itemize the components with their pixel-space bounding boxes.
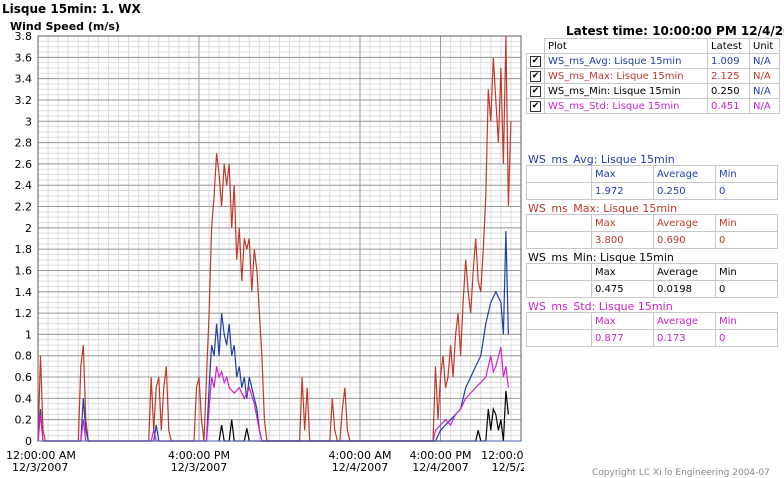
legend-checkbox-cell: ✔ [526,53,545,69]
legend-series-unit: N/A [749,68,780,84]
checkbox-max[interactable]: ✔ [530,71,541,82]
checkbox-std[interactable]: ✔ [530,101,541,112]
y-tick-label: 0.4 [15,392,33,405]
legend-header-plot: Plot [544,38,708,54]
legend-series-latest: 0.451 [707,98,750,114]
legend-series-name: WS_ms_Min: Lisque 15min [544,83,708,99]
latest-time: Latest time: 10:00:00 PM 12/4/2007 [566,24,784,38]
wind-speed-chart: 0 0.2 0.4 0.6 0.8 1 1.2 1.4 1.6 1.8 2 2.2 2.4 2.6 2.8 3… [6,30,524,474]
legend-checkbox-header [526,38,545,54]
y-tick-label: 3.2 [15,94,33,107]
stats-header-average: Average [653,214,716,232]
x-tick-label: 12/5/2007 [492,461,524,474]
x-tick-label: 12/3/2007 [12,461,68,474]
y-tick-label: 2.4 [15,179,33,192]
stats-header-max: Max [591,312,654,330]
checkbox-min[interactable]: ✔ [530,86,541,97]
legend-series-latest: 0.250 [707,83,750,99]
stats-table-max: Max Average Min 3.800 0.690 0 [526,214,778,249]
stats-empty-cell [526,312,592,330]
legend-checkbox-cell: ✔ [526,98,545,114]
y-tick-label: 2.2 [15,201,33,214]
legend-series-unit: N/A [749,83,780,99]
legend-header-latest: Latest [707,38,750,54]
stats-header-min: Min [715,312,778,330]
legend-series-unit: N/A [749,53,780,69]
y-tick-label: 3 [25,115,32,128]
legend-row[interactable]: ✔ WS_ms_Min: Lisque 15min 0.250 N/A [526,83,780,99]
legend-row[interactable]: ✔ WS_ms_Max: Lisque 15min 2.125 N/A [526,68,780,84]
legend-header-row: Plot Latest Unit [526,38,780,54]
stats-empty-cell [526,329,592,347]
legend-series-name: WS_ms_Std: Lisque 15min [544,98,708,114]
y-tick-label: 1.6 [15,264,33,277]
legend-series-unit: N/A [749,98,780,114]
legend-row[interactable]: ✔ WS_ms_Avg: Lisque 15min 1.009 N/A [526,53,780,69]
legend-checkbox-cell: ✔ [526,68,545,84]
y-tick-label: 0 [25,435,32,448]
stats-header-max: Max [591,263,654,281]
stats-empty-cell [526,231,592,249]
legend-series-name: WS_ms_Max: Lisque 15min [544,68,708,84]
stats-empty-cell [526,165,592,183]
y-tick-label: 0.2 [15,414,33,427]
stats-value-min: 0 [715,280,778,298]
stats-value-average: 0.690 [653,231,716,249]
y-tick-label: 0.8 [15,350,33,363]
stats-value-average: 0.173 [653,329,716,347]
legend-row[interactable]: ✔ WS_ms_Std: Lisque 15min 0.451 N/A [526,98,780,114]
stats-value-min: 0 [715,182,778,200]
stats-header-average: Average [653,312,716,330]
stats-empty-cell [526,182,592,200]
legend-series-name: WS_ms_Avg: Lisque 15min [544,53,708,69]
legend-series-latest: 2.125 [707,68,750,84]
stats-value-max: 0.475 [591,280,654,298]
y-tick-label: 1.4 [15,286,33,299]
legend-checkbox-cell: ✔ [526,83,545,99]
y-tick-label: 3.4 [15,73,33,86]
stats-empty-cell [526,263,592,281]
stats-value-min: 0 [715,329,778,347]
stats-empty-cell [526,214,592,232]
y-tick-label: 3.8 [15,30,33,43]
stats-table-min: Max Average Min 0.475 0.0198 0 [526,263,778,298]
stats-header-average: Average [653,263,716,281]
y-tick-label: 2.6 [15,158,33,171]
stats-header-average: Average [653,165,716,183]
x-tick-label: 12/4/2007 [332,461,388,474]
y-tick-label: 2 [25,222,32,235]
stats-value-average: 0.0198 [653,280,716,298]
stats-value-max: 1.972 [591,182,654,200]
y-tick-label: 0.6 [15,371,33,384]
y-tick-label: 1 [25,328,32,341]
stats-value-average: 0.250 [653,182,716,200]
y-tick-label: 2.8 [15,137,33,150]
stats-table-avg: Max Average Min 1.972 0.250 0 [526,165,778,200]
stats-header-min: Min [715,214,778,232]
stats-value-min: 0 [715,231,778,249]
stats-empty-cell [526,280,592,298]
legend-table: Plot Latest Unit ✔ WS_ms_Avg: Lisque 15m… [526,38,780,114]
stats-header-min: Min [715,165,778,183]
legend-header-unit: Unit [749,38,780,54]
checkbox-avg[interactable]: ✔ [530,56,541,67]
y-tick-label: 1.8 [15,243,33,256]
stats-header-max: Max [591,214,654,232]
legend-series-latest: 1.009 [707,53,750,69]
copyright-text: Copyright LC Xi lo Engineering 2004-07 [592,468,770,478]
x-tick-label: 12/4/2007 [412,461,468,474]
stats-header-max: Max [591,165,654,183]
y-tick-label: 1.2 [15,307,33,320]
stats-header-min: Min [715,263,778,281]
y-tick-label: 3.6 [15,51,33,64]
stats-value-max: 0.877 [591,329,654,347]
x-tick-label: 12/3/2007 [171,461,227,474]
stats-value-max: 3.800 [591,231,654,249]
stats-table-std: Max Average Min 0.877 0.173 0 [526,312,778,347]
